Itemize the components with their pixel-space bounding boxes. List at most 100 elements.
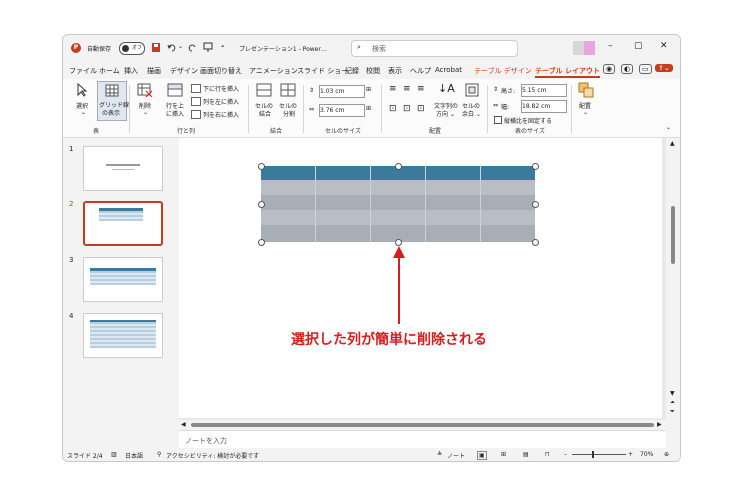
tab-transitions[interactable]: 画面切り替え — [200, 66, 242, 76]
resize-handle[interactable] — [258, 163, 265, 170]
gridlines-button[interactable]: グリッド線 の表示 — [97, 81, 129, 121]
tab-view[interactable]: 表示 — [388, 66, 402, 76]
save-icon[interactable] — [151, 42, 161, 53]
table-row[interactable] — [261, 210, 535, 225]
scroll-left-icon[interactable]: ◀ — [181, 421, 186, 428]
notes-pane[interactable]: ノートを入力 — [179, 430, 666, 449]
split-label-2[interactable]: 分割 — [283, 109, 295, 118]
slide[interactable]: 選択した列が簡単に削除される — [179, 138, 662, 418]
resize-handle[interactable] — [532, 201, 539, 208]
distribute-cols-icon[interactable]: ⊞ — [366, 105, 371, 112]
slide-thumbnail-4[interactable] — [83, 313, 163, 358]
tab-table-layout[interactable]: テーブル レイアウト — [535, 66, 601, 78]
insert-right-button[interactable]: 列を右に挿入 — [203, 110, 239, 119]
resize-handle[interactable] — [395, 239, 402, 246]
notes-toggle[interactable]: ノート — [447, 451, 465, 460]
zoom-level[interactable]: 70% — [640, 451, 653, 458]
table-width-input[interactable]: 18.82 cm — [521, 100, 567, 113]
resize-handle[interactable] — [395, 163, 402, 170]
maximize-icon[interactable]: ▢ — [634, 41, 643, 51]
language-indicator[interactable]: 日本語 — [125, 451, 143, 460]
sorter-view-icon[interactable]: ⊞ — [501, 451, 506, 458]
tab-file[interactable]: ファイル — [69, 66, 97, 76]
tab-review[interactable]: 校閲 — [366, 66, 380, 76]
table-row[interactable] — [261, 195, 535, 210]
tab-record[interactable]: 記録 — [345, 66, 359, 76]
scroll-right-icon[interactable]: ▶ — [657, 421, 662, 428]
undo-icon[interactable] — [167, 42, 177, 53]
undo-dropdown-icon[interactable]: ⌄ — [178, 43, 183, 50]
slideshow-view-icon[interactable]: ⊓ — [545, 451, 550, 458]
redo-icon[interactable] — [187, 42, 197, 53]
slideshow-icon[interactable] — [203, 42, 213, 53]
close-icon[interactable]: ✕ — [660, 41, 668, 51]
insert-below-button[interactable]: 下に行を挿入 — [203, 84, 239, 93]
vertical-scrollbar[interactable]: ▲ ▼ ⏶ ⏷ — [666, 138, 680, 420]
align-right-icon[interactable]: ≡ — [417, 84, 425, 94]
search-input[interactable]: ⌕ 検索 — [351, 40, 518, 57]
resize-handle[interactable] — [258, 201, 265, 208]
scrollbar-thumb[interactable] — [671, 206, 675, 264]
thumb-table-body — [90, 322, 156, 348]
table-height-input[interactable]: 5.15 cm — [521, 84, 567, 97]
minimize-icon[interactable]: – — [608, 41, 613, 51]
slide-canvas: 選択した列が簡単に削除される — [179, 138, 666, 420]
hscrollbar-thumb[interactable] — [191, 423, 654, 427]
table-row[interactable] — [261, 180, 535, 195]
slide-thumbnail-3[interactable] — [83, 257, 163, 302]
scroll-down-icon[interactable]: ▼ — [670, 390, 675, 397]
scroll-up-icon[interactable]: ▲ — [670, 140, 675, 147]
row-height-input[interactable]: 1.03 cm — [319, 85, 365, 98]
lock-aspect-checkbox[interactable] — [494, 116, 502, 124]
resize-handle[interactable] — [532, 239, 539, 246]
prev-slide-icon[interactable]: ⏶ — [670, 399, 675, 407]
horizontal-scrollbar[interactable]: ◀ ▶ — [179, 420, 666, 430]
align-center-icon[interactable]: ≡ — [403, 84, 411, 94]
insert-left-button[interactable]: 列を左に挿入 — [203, 97, 239, 106]
zoom-in-icon[interactable]: + — [628, 451, 633, 458]
insert-above-label-2[interactable]: に挿入 — [166, 109, 184, 118]
align-middle-icon[interactable]: ⊡ — [403, 104, 411, 114]
tab-design[interactable]: デザイン — [170, 66, 198, 76]
normal-view-icon[interactable]: ▣ — [477, 451, 487, 460]
align-bottom-icon[interactable]: ⊡ — [417, 104, 425, 114]
select-dropdown-icon[interactable]: ⌄ — [81, 109, 86, 116]
table[interactable] — [258, 163, 539, 246]
tab-slideshow[interactable]: スライド ショー — [297, 66, 348, 76]
collapse-ribbon-icon[interactable]: ⌄ — [666, 124, 671, 131]
text-direction-label-2[interactable]: 方向 ⌄ — [436, 109, 455, 118]
reading-view-icon[interactable]: ▤ — [523, 451, 529, 458]
align-top-icon[interactable]: ⊡ — [389, 104, 397, 114]
tab-draw[interactable]: 描画 — [147, 66, 161, 76]
zoom-out-icon[interactable]: – — [564, 451, 567, 458]
zoom-slider-thumb[interactable] — [592, 451, 594, 458]
arrange-dropdown-icon[interactable]: ⌄ — [583, 109, 588, 116]
tab-home[interactable]: ホーム — [99, 66, 120, 76]
spellcheck-icon[interactable]: ▥ — [111, 451, 117, 458]
distribute-rows-icon[interactable]: ⊞ — [366, 86, 371, 93]
next-slide-icon[interactable]: ⏷ — [670, 408, 675, 416]
share-icon[interactable]: ⇪⌄ — [655, 64, 673, 72]
autosave-toggle[interactable]: オフ — [119, 42, 145, 55]
tab-help[interactable]: ヘルプ — [410, 66, 431, 76]
customize-toolbar-icon[interactable]: ⩡ — [221, 43, 224, 51]
tab-acrobat[interactable]: Acrobat — [435, 66, 462, 74]
comment-icon[interactable]: ▭ — [639, 64, 652, 74]
merge-label-2[interactable]: 結合 — [259, 109, 271, 118]
col-width-input[interactable]: 3.76 cm — [319, 104, 365, 117]
cell-margins-label-2[interactable]: 余白 ⌄ — [462, 109, 481, 118]
slide-thumbnail-2[interactable] — [83, 201, 163, 246]
tab-animations[interactable]: アニメーション — [249, 66, 298, 76]
resize-handle[interactable] — [532, 163, 539, 170]
present-icon[interactable]: ◐ — [621, 64, 634, 74]
accessibility-status[interactable]: アクセシビリティ: 検討が必要です — [166, 451, 259, 460]
zoom-slider[interactable] — [572, 454, 626, 455]
tab-insert[interactable]: 挿入 — [124, 66, 138, 76]
align-left-icon[interactable]: ≡ — [389, 84, 397, 94]
fit-slide-icon[interactable]: ⊕ — [664, 451, 669, 458]
resize-handle[interactable] — [258, 239, 265, 246]
tab-table-design[interactable]: テーブル デザイン — [474, 66, 532, 76]
record-icon[interactable]: ◉ — [603, 64, 616, 74]
delete-dropdown-icon[interactable]: ⌄ — [143, 109, 148, 116]
slide-thumbnail-1[interactable] — [83, 146, 163, 191]
